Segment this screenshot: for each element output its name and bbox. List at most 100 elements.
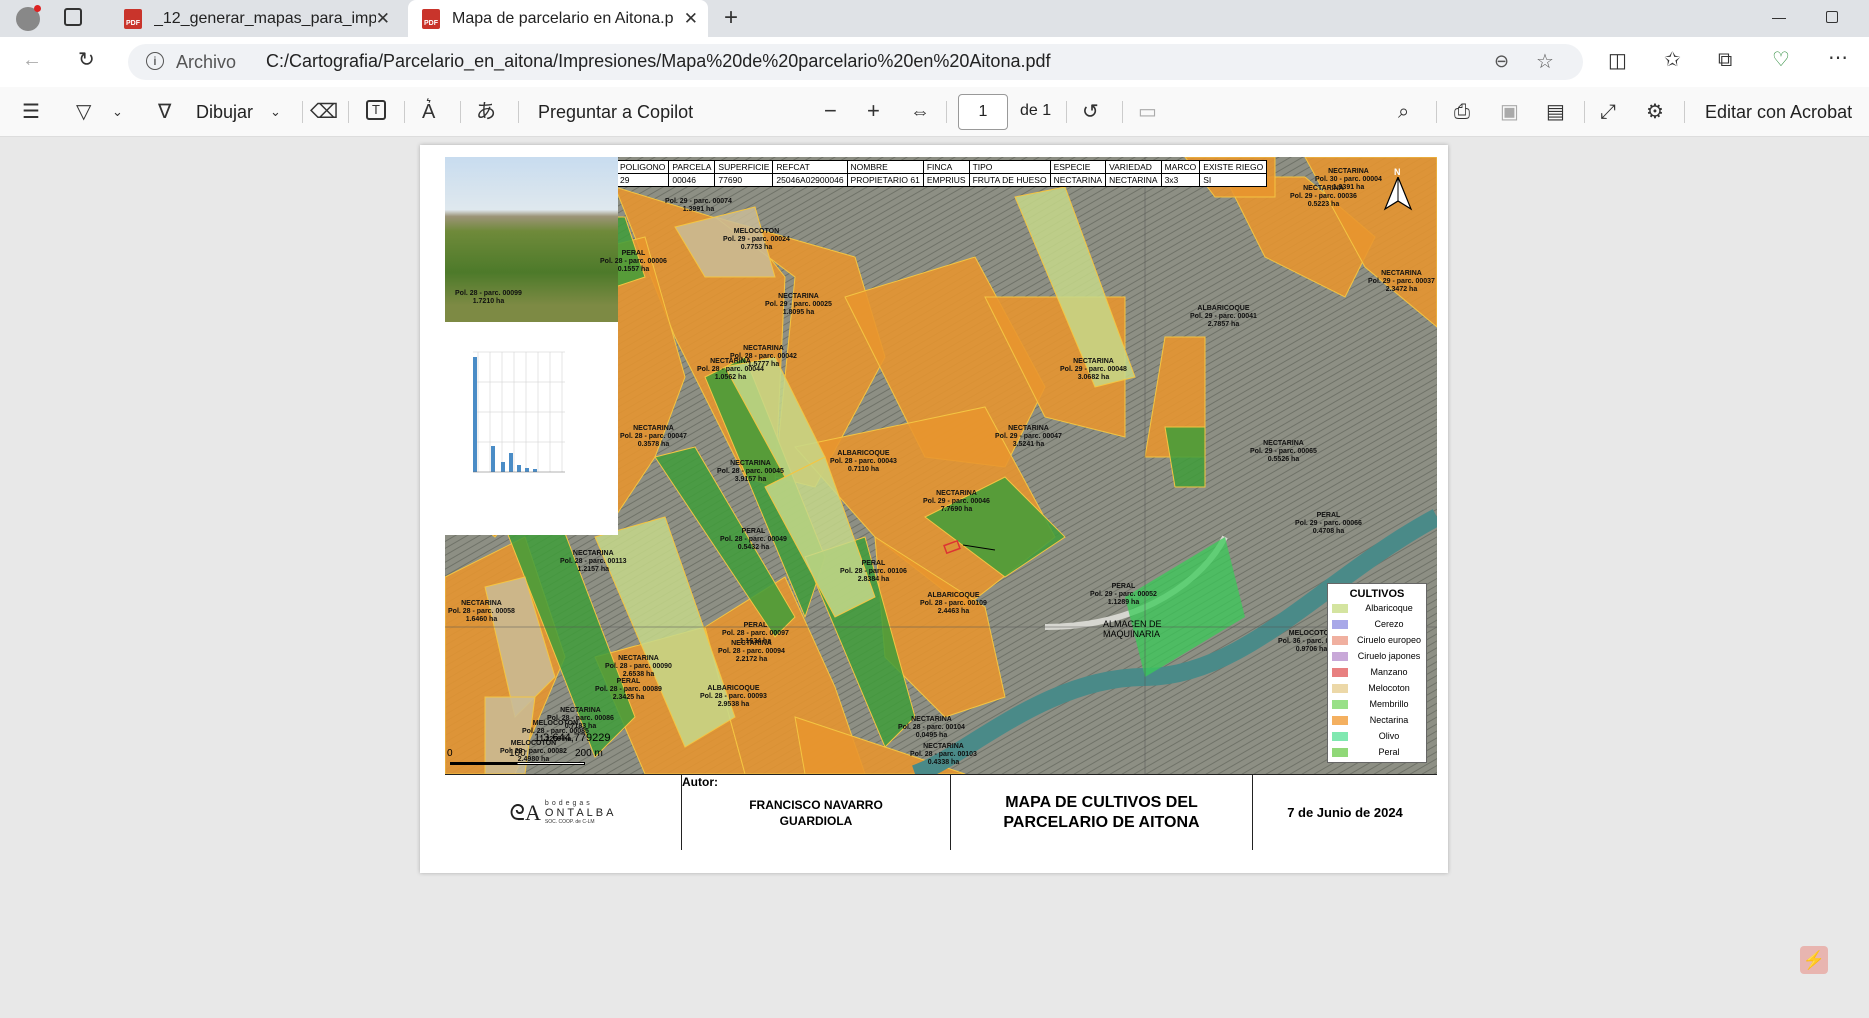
restore-icon[interactable] xyxy=(1826,11,1838,23)
parcel-label: ALBARICOQUE Pol. 28 - parc. 00093 2.9538… xyxy=(700,685,767,708)
divider xyxy=(302,101,303,123)
close-icon[interactable]: ✕ xyxy=(376,9,390,29)
translate-icon[interactable]: あ xyxy=(476,102,496,122)
tab-actions-icon[interactable] xyxy=(64,8,82,26)
draw-button[interactable]: Dibujar xyxy=(196,102,253,123)
performance-icon[interactable]: ♡ xyxy=(1772,50,1790,70)
info-icon[interactable]: i xyxy=(146,52,164,70)
draw-icon[interactable]: ∇ xyxy=(158,102,171,122)
attr-value: 25046A02900046 xyxy=(772,173,848,187)
parcel-label: PERAL Pol. 29 - parc. 00052 1.1289 ha xyxy=(1090,583,1157,606)
parcel-label: PERAL Pol. 28 - parc. 00089 2.3425 ha xyxy=(595,678,662,701)
divider xyxy=(1066,101,1067,123)
parcel-label: NECTARINA Pol. 28 - parc. 00058 1.6460 h… xyxy=(448,600,515,623)
crops-legend: CULTIVOS Albaricoque Cerezo Ciruelo europe… xyxy=(1327,583,1427,763)
save-as-icon[interactable]: ▤ xyxy=(1546,102,1565,122)
parcel-label: NECTARINA Pol. 28 - parc. 00045 3.9157 h… xyxy=(717,460,784,483)
pdf-icon: PDF xyxy=(422,8,440,29)
legend-label: Peral xyxy=(1378,747,1400,757)
split-screen-icon[interactable]: ◫ xyxy=(1608,51,1627,71)
legend-item: Peral xyxy=(1328,744,1426,760)
attr-value: NECTARINA xyxy=(1105,173,1162,187)
map-title: MAPA DE CULTIVOS DEL PARCELARIO DE AITON… xyxy=(1003,793,1200,831)
text-box-icon[interactable]: T xyxy=(366,100,386,120)
parcel-label: NECTARINA Pol. 28 - parc. 00113 1.2157 h… xyxy=(560,550,627,573)
fullscreen-icon[interactable]: ⤢ xyxy=(1600,102,1616,122)
attr-header: FINCA xyxy=(922,160,970,174)
divider xyxy=(518,101,519,123)
attr-value: 3x3 xyxy=(1160,173,1201,187)
chevron-down-icon[interactable]: ⌄ xyxy=(112,105,123,118)
url-text[interactable]: C:/Cartografia/Parcelario_en_aitona/Impr… xyxy=(266,51,1051,72)
parcel-attribute-table: POLIGONO PARCELA SUPERFICIE REFCAT NOMBRE FIN… xyxy=(615,160,1268,187)
legend-label: Cerezo xyxy=(1374,619,1404,629)
attr-value: FRUTA DE HUESO xyxy=(968,173,1051,187)
page-view-icon[interactable]: ▭ xyxy=(1138,102,1157,122)
scale-zero: 0 xyxy=(447,748,453,759)
settings-icon[interactable]: ⚙ xyxy=(1646,102,1664,122)
parcel-label: PERAL Pol. 28 - parc. 00049 0.5432 ha xyxy=(720,528,787,551)
zoom-in-icon[interactable]: + xyxy=(867,100,880,122)
tab-mapa-parcelario[interactable]: PDF Mapa de parcelario en Aitona.pd ✕ xyxy=(408,0,708,37)
search-icon[interactable]: ⌕ xyxy=(1398,102,1409,122)
parcel-label: MELOCOTON Pol. 29 - parc. 00024 0.7753 h… xyxy=(723,228,790,251)
url-field[interactable]: i Archivo C:/Cartografia/Parcelario_en_a… xyxy=(128,44,1583,80)
zoom-icon[interactable]: ⊖ xyxy=(1494,51,1509,72)
print-icon[interactable]: ⎙ xyxy=(1454,102,1470,122)
attr-header: POLIGONO xyxy=(615,160,670,174)
save-icon[interactable]: ▣ xyxy=(1500,102,1519,122)
parcel-label: NECTARINA Pol. 28 - parc. 00044 1.0562 h… xyxy=(697,358,764,381)
parcel-label: Pol. 29 - parc. 00074 1.3991 ha xyxy=(665,198,732,213)
more-menu-icon[interactable]: ⋯ xyxy=(1828,48,1848,68)
back-icon[interactable]: ← xyxy=(22,50,42,70)
edit-acrobat-button[interactable]: Editar con Acrobat xyxy=(1705,102,1852,123)
tab-generar-mapas[interactable]: PDF _12_generar_mapas_para_imprim ✕ xyxy=(110,0,400,37)
author-label: Autor: xyxy=(682,775,718,789)
read-aloud-icon[interactable]: A͛ xyxy=(422,102,435,122)
favorite-star-icon[interactable]: ☆ xyxy=(1536,49,1554,74)
rotate-icon[interactable]: ↺ xyxy=(1082,102,1099,122)
divider xyxy=(404,101,405,123)
attr-header: PARCELA xyxy=(668,160,716,174)
favorites-icon[interactable]: ✩ xyxy=(1664,50,1681,70)
zoom-out-icon[interactable]: − xyxy=(824,100,837,122)
highlight-icon[interactable]: ▽ xyxy=(76,102,91,122)
page-number-input[interactable]: 1 xyxy=(958,94,1008,130)
divider xyxy=(946,101,947,123)
author-name: FRANCISCO NAVARRO GUARDIOLA xyxy=(749,797,883,828)
attr-value: EMPRIUS xyxy=(922,173,970,187)
eraser-icon[interactable]: ⌫ xyxy=(310,102,338,122)
legend-swatch xyxy=(1332,651,1348,661)
divider xyxy=(1122,101,1123,123)
legend-swatch xyxy=(1332,747,1348,757)
collections-icon[interactable]: ⧉ xyxy=(1718,50,1732,70)
scale-end: 200 m xyxy=(575,748,603,759)
north-arrow: N xyxy=(1383,167,1413,213)
divider xyxy=(1436,101,1437,123)
pdf-icon: PDF xyxy=(124,8,142,29)
mini-bar-chart xyxy=(445,322,618,535)
chevron-down-icon[interactable]: ⌄ xyxy=(270,105,281,118)
footer-logo-cell: ᘓA bodegas ONTALBA SOC. COOP. de C-LM xyxy=(445,775,682,850)
contents-icon[interactable]: ☰ xyxy=(22,102,40,122)
attr-header: VARIEDAD xyxy=(1105,160,1162,174)
parcel-label: ALBARICOQUE Pol. 28 - parc. 00109 2.4463… xyxy=(920,592,987,615)
address-bar: ← ↻ i Archivo C:/Cartografia/Parcelario_… xyxy=(0,37,1869,87)
fit-width-icon[interactable]: ⇔ xyxy=(910,102,930,122)
legend-item: Melocoton xyxy=(1328,680,1426,696)
close-icon[interactable]: ✕ xyxy=(684,9,698,29)
parcel-label: NECTARINA Pol. 29 - parc. 00037 2.3472 h… xyxy=(1368,270,1435,293)
attr-header: ESPECIE xyxy=(1049,160,1107,174)
attr-value: 00046 xyxy=(668,173,716,187)
map-date: 7 de Junio de 2024 xyxy=(1287,805,1403,820)
tab-label: _12_generar_mapas_para_imprim xyxy=(154,9,376,27)
copilot-button[interactable]: Preguntar a Copilot xyxy=(538,102,693,123)
new-tab-button[interactable]: + xyxy=(724,6,738,30)
minimize-icon[interactable] xyxy=(1772,18,1786,19)
scale-bar xyxy=(450,762,585,765)
pdf-toolbar: ☰ ▽ ⌄ ∇ Dibujar ⌄ ⌫ T A͛ あ Preguntar a C… xyxy=(0,87,1869,137)
legend-swatch xyxy=(1332,667,1348,677)
refresh-icon[interactable]: ↻ xyxy=(78,50,95,70)
legend-swatch xyxy=(1332,603,1348,613)
acrobat-icon[interactable]: ⚡ xyxy=(1800,946,1828,974)
